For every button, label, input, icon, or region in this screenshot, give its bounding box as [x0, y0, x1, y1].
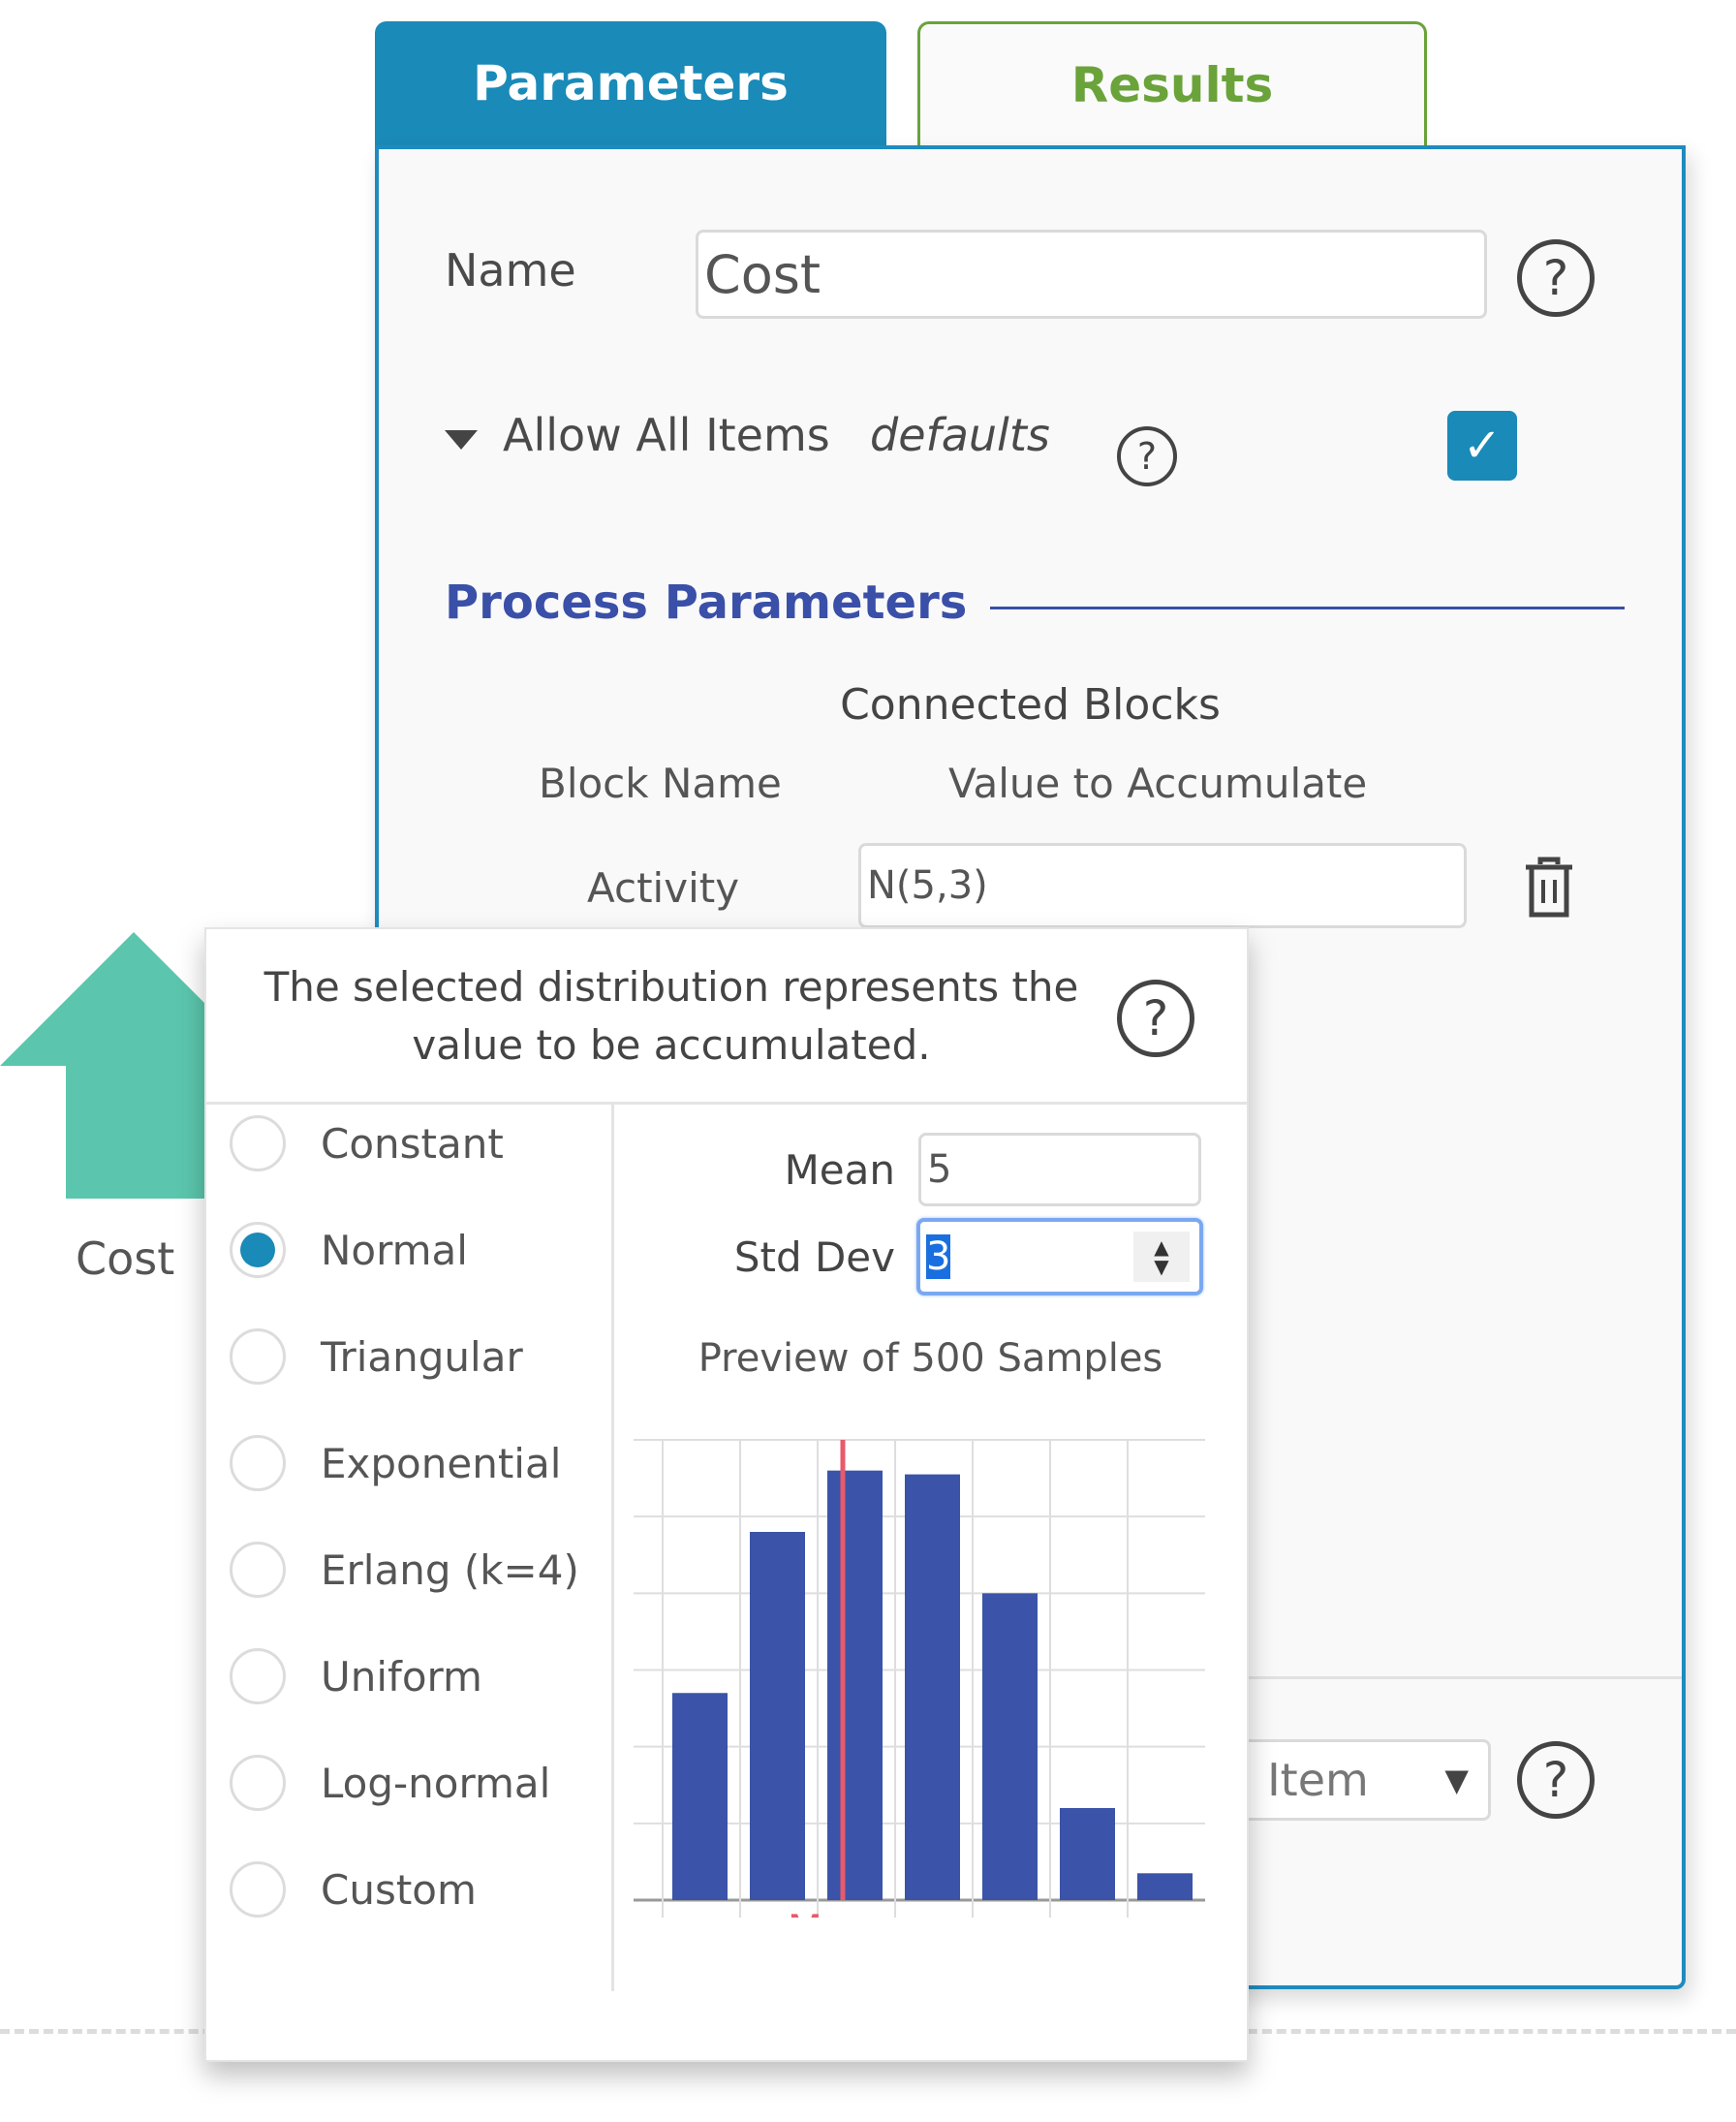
radio-option-triangular[interactable]: Triangular — [230, 1326, 523, 1388]
name-input-value: Cost — [704, 243, 822, 305]
mean-label: Mean — [788, 1906, 898, 1918]
radio-label: Custom — [321, 1865, 477, 1914]
radio-option-exponential[interactable]: Exponential — [230, 1432, 561, 1494]
radio-label: Triangular — [321, 1332, 523, 1381]
item-select[interactable]: : Item ▼ — [1222, 1739, 1491, 1821]
allow-all-items-label: Allow All Items — [503, 409, 830, 461]
histogram-bar — [905, 1474, 960, 1900]
block-name-cell: Activity — [587, 864, 740, 912]
radio-button[interactable] — [230, 1328, 286, 1385]
column-header-block-name: Block Name — [539, 760, 782, 807]
help-glyph: ? — [1136, 435, 1158, 478]
connected-blocks-caption: Connected Blocks — [840, 680, 1221, 730]
stddev-input-value: 3 — [926, 1234, 951, 1279]
radio-label: Constant — [321, 1119, 504, 1168]
collapse-triangle-icon[interactable] — [445, 430, 478, 450]
value-to-accumulate-value: N(5,3) — [867, 863, 988, 908]
radio-label: Uniform — [321, 1652, 482, 1701]
radio-button[interactable] — [230, 1115, 286, 1171]
histogram-bar — [672, 1693, 728, 1900]
allow-items-help-icon[interactable]: ? — [1117, 426, 1177, 486]
tab-parameters[interactable]: Parameters — [375, 21, 886, 145]
number-spinner[interactable]: ▲ ▼ — [1133, 1232, 1190, 1282]
histogram-bar — [1060, 1808, 1115, 1900]
radio-option-normal[interactable]: Normal — [230, 1219, 468, 1281]
radio-option-constant[interactable]: Constant — [230, 1112, 504, 1174]
allow-all-items-checkbox[interactable]: ✓ — [1447, 411, 1517, 481]
help-icon[interactable]: ? — [1517, 239, 1595, 317]
histogram-chart: Mean — [634, 1439, 1205, 1918]
radio-label: Exponential — [321, 1439, 562, 1487]
name-label: Name — [445, 244, 576, 296]
radio-button[interactable] — [230, 1435, 286, 1491]
process-parameters-heading: Process Parameters — [445, 576, 968, 630]
trash-icon[interactable] — [1522, 857, 1576, 921]
popup-description: The selected distribution represents the… — [264, 963, 1079, 1069]
checkmark-icon: ✓ — [1462, 419, 1503, 473]
radio-label: Normal — [321, 1226, 468, 1274]
radio-button[interactable] — [230, 1648, 286, 1704]
histogram-bar — [750, 1532, 805, 1900]
radio-label: Log-normal — [321, 1759, 551, 1807]
defaults-hint: defaults — [870, 409, 1050, 461]
name-input[interactable]: Cost — [696, 230, 1487, 319]
spinner-down-icon[interactable]: ▼ — [1154, 1257, 1168, 1276]
histogram-bar — [827, 1470, 883, 1900]
item-select-help-icon[interactable]: ? — [1517, 1741, 1595, 1819]
radio-option-log-normal[interactable]: Log-normal — [230, 1752, 550, 1814]
mean-input[interactable]: 5 — [918, 1133, 1201, 1206]
histogram-bar — [1137, 1873, 1193, 1900]
radio-button[interactable] — [230, 1755, 286, 1811]
radio-button[interactable] — [230, 1542, 286, 1598]
stddev-label: Std Dev — [733, 1233, 895, 1281]
cost-block-icon[interactable] — [0, 925, 223, 1206]
chart-title: Preview of 500 Samples — [698, 1336, 1163, 1381]
mean-label: Mean — [784, 1146, 895, 1194]
radio-option-uniform[interactable]: Uniform — [230, 1645, 482, 1707]
chevron-down-icon: ▼ — [1444, 1762, 1469, 1798]
spinner-up-icon[interactable]: ▲ — [1154, 1237, 1168, 1257]
cost-block-label: Cost — [76, 1233, 175, 1285]
column-header-value: Value to Accumulate — [948, 760, 1368, 807]
stddev-input[interactable]: 3 ▲ ▼ — [916, 1218, 1203, 1295]
popup-divider-horizontal — [206, 1102, 1247, 1105]
item-select-value: : Item — [1238, 1754, 1369, 1806]
radio-label: Erlang (k=4) — [321, 1545, 579, 1594]
histogram-bar — [982, 1593, 1038, 1900]
section-divider — [990, 607, 1625, 609]
tab-results[interactable]: Results — [917, 21, 1427, 145]
radio-button[interactable] — [230, 1861, 286, 1918]
popup-help-icon[interactable]: ? — [1117, 980, 1194, 1057]
help-glyph: ? — [1542, 250, 1569, 306]
value-to-accumulate-input[interactable]: N(5,3) — [858, 843, 1467, 928]
radio-option-custom[interactable]: Custom — [230, 1858, 477, 1920]
chart-bars — [672, 1470, 1193, 1900]
radio-option-erlang-k-4[interactable]: Erlang (k=4) — [230, 1539, 579, 1601]
radio-button[interactable] — [230, 1222, 286, 1278]
mean-input-value: 5 — [927, 1147, 952, 1192]
help-glyph: ? — [1542, 1752, 1569, 1808]
help-glyph: ? — [1142, 990, 1169, 1046]
distribution-popup: The selected distribution represents the… — [204, 927, 1249, 2062]
